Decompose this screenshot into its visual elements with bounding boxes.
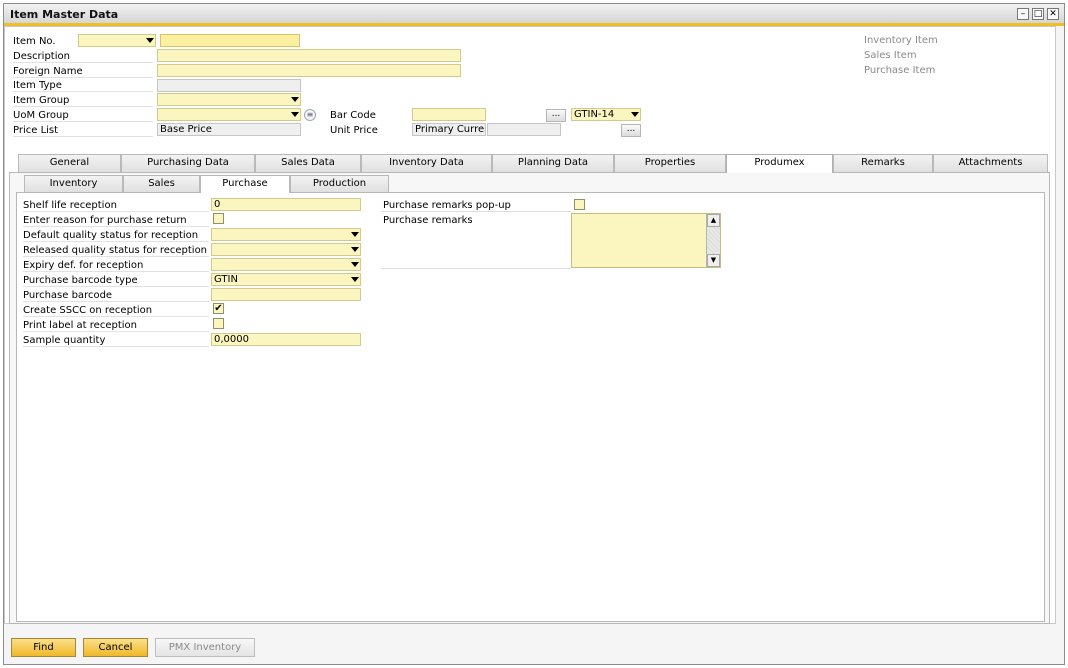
inventory-item-checkbox-label[interactable]: Inventory Item [864, 35, 938, 46]
expiry-dropdown[interactable] [211, 258, 361, 271]
default-quality-label: Default quality status for reception [23, 230, 209, 242]
bar-code-type-dropdown[interactable]: GTIN-14 [571, 108, 641, 121]
purchase-barcode-input[interactable] [211, 288, 361, 301]
tab-purchasing-data[interactable]: Purchasing Data [121, 154, 255, 172]
find-button[interactable]: Find [11, 638, 76, 657]
tab-attachments[interactable]: Attachments [933, 154, 1048, 172]
reason-return-label: Enter reason for purchase return [23, 215, 209, 227]
released-quality-label: Released quality status for reception [23, 245, 209, 257]
expiry-label: Expiry def. for reception [23, 260, 209, 272]
tab-planning-data[interactable]: Planning Data [492, 154, 614, 172]
cancel-button[interactable]: Cancel [83, 638, 148, 657]
foreign-name-label: Foreign Name [13, 66, 153, 78]
minimize-icon[interactable]: – [1017, 8, 1029, 20]
remarks-popup-label: Purchase remarks pop-up [383, 200, 511, 211]
maximize-icon[interactable]: □ [1032, 8, 1044, 20]
bar-code-type-value: GTIN-14 [574, 109, 615, 120]
print-label-checkbox[interactable] [213, 318, 224, 329]
unit-price-currency[interactable]: Primary Currenc [412, 123, 486, 136]
description-label: Description [13, 51, 153, 63]
sales-item-checkbox-label[interactable]: Sales Item [864, 50, 917, 61]
uom-group-dropdown[interactable] [157, 108, 301, 121]
bar-code-label: Bar Code [330, 110, 376, 121]
item-no-series-dropdown[interactable] [78, 34, 156, 47]
barcode-type-label: Purchase barcode type [23, 275, 209, 287]
divider [381, 211, 571, 212]
description-input[interactable] [157, 49, 461, 62]
tab-sales-data[interactable]: Sales Data [255, 154, 361, 172]
tab-remarks[interactable]: Remarks [833, 154, 933, 172]
barcode-type-dropdown[interactable]: GTIN [211, 273, 361, 286]
print-label-label: Print label at reception [23, 320, 209, 332]
close-icon[interactable]: ✕ [1047, 8, 1059, 20]
subtab-purchase[interactable]: Purchase [200, 175, 290, 193]
create-sscc-checkbox[interactable]: ✔ [213, 303, 224, 314]
item-group-label: Item Group [13, 95, 153, 107]
sample-quantity-input[interactable]: 0,0000 [211, 333, 361, 346]
info-circle-icon[interactable]: ≡ [304, 109, 316, 121]
reason-return-checkbox[interactable] [213, 213, 224, 224]
barcode-type-value: GTIN [214, 274, 238, 285]
price-list-label: Price List [13, 125, 153, 137]
price-list-field[interactable]: Base Price [157, 123, 301, 136]
create-sscc-label: Create SSCC on reception [23, 305, 209, 317]
pmx-inventory-button[interactable]: PMX Inventory [155, 638, 255, 657]
tab-general[interactable]: General [18, 154, 121, 172]
divider [381, 268, 571, 269]
item-group-dropdown[interactable] [157, 93, 301, 106]
unit-price-label: Unit Price [330, 125, 378, 136]
remarks-textarea[interactable]: ▲ ▼ [571, 213, 721, 268]
tab-properties[interactable]: Properties [614, 154, 726, 172]
purchase-barcode-label: Purchase barcode [23, 290, 209, 302]
item-no-label: Item No. [13, 36, 56, 47]
unit-price-input[interactable] [487, 123, 561, 136]
tab-inventory-data[interactable]: Inventory Data [361, 154, 492, 172]
shelf-life-label: Shelf life reception [23, 200, 209, 212]
item-type-label: Item Type [13, 80, 153, 92]
uom-group-label: UoM Group [13, 110, 153, 122]
scroll-up-icon[interactable]: ▲ [707, 214, 720, 227]
subtab-inventory[interactable]: Inventory [24, 175, 123, 192]
tab-produmex[interactable]: Produmex [726, 154, 833, 173]
purchase-item-checkbox-label[interactable]: Purchase Item [864, 65, 935, 76]
title-bar: Item Master Data – □ ✕ [4, 4, 1064, 26]
released-quality-dropdown[interactable] [211, 243, 361, 256]
foreign-name-input[interactable] [157, 64, 461, 77]
remarks-popup-checkbox[interactable] [574, 199, 585, 210]
sample-quantity-label: Sample quantity [23, 335, 209, 347]
shelf-life-input[interactable]: 0 [211, 198, 361, 211]
subtab-production[interactable]: Production [290, 175, 389, 192]
remarks-scrollbar[interactable]: ▲ ▼ [706, 214, 720, 267]
remarks-label: Purchase remarks [383, 215, 473, 226]
scroll-down-icon[interactable]: ▼ [707, 254, 720, 267]
item-type-dropdown[interactable] [157, 79, 301, 92]
window-title: Item Master Data [10, 8, 119, 21]
bar-code-browse-button[interactable]: ... [546, 109, 566, 122]
bar-code-input[interactable] [412, 108, 486, 121]
item-no-input[interactable] [160, 34, 300, 47]
default-quality-dropdown[interactable] [211, 228, 361, 241]
unit-price-browse-button[interactable]: ... [621, 124, 641, 137]
subtab-sales[interactable]: Sales [123, 175, 200, 192]
